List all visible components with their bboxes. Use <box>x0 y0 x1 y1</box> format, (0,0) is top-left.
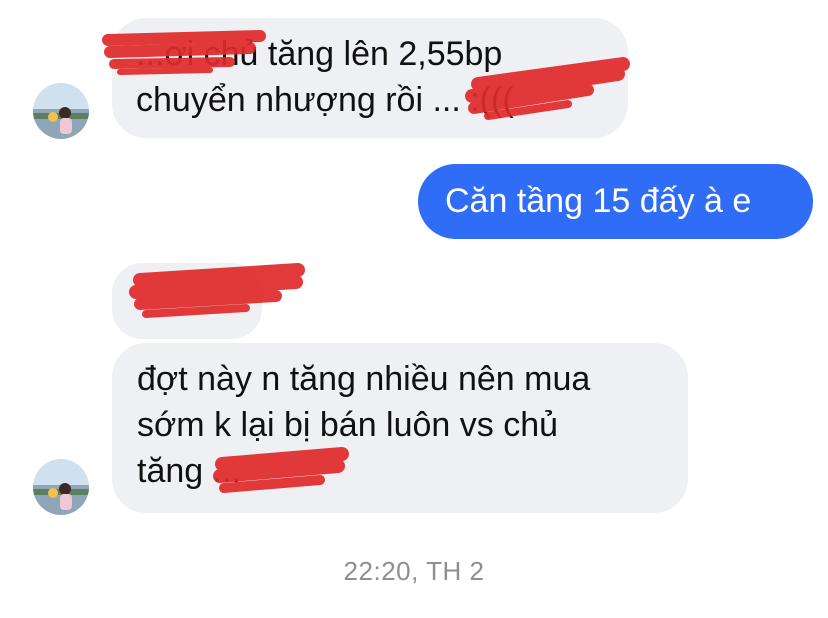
message-text-line: chuyển nhượng rồi ... :((( <box>136 81 514 119</box>
incoming-message-bubble[interactable]: ...ơi chủ tăng lên 2,55bp chuyển nhượng … <box>112 18 628 138</box>
message-text-line: tăng ... <box>137 452 241 490</box>
incoming-message-bubble[interactable]: ... <box>112 263 262 339</box>
outgoing-message-bubble[interactable]: Căn tầng 15 đấy à e <box>418 164 813 239</box>
message-text-line: ...ơi chủ tăng lên 2,55bp <box>136 35 503 73</box>
message-text-line: Căn tầng 15 đấy à e <box>445 182 752 220</box>
message-text-line: sớm k lại bị bán luôn vs chủ <box>137 406 559 444</box>
contact-avatar-icon[interactable] <box>33 83 89 139</box>
message-timestamp: 22:20, TH 2 <box>343 556 485 586</box>
message-text-line: đợt này n tăng nhiều nên mua <box>137 360 591 398</box>
message-text-line: ... <box>136 277 262 323</box>
contact-avatar-icon[interactable] <box>33 459 89 515</box>
incoming-message-bubble[interactable]: đợt này n tăng nhiều nên mua sớm k lại b… <box>112 343 688 513</box>
